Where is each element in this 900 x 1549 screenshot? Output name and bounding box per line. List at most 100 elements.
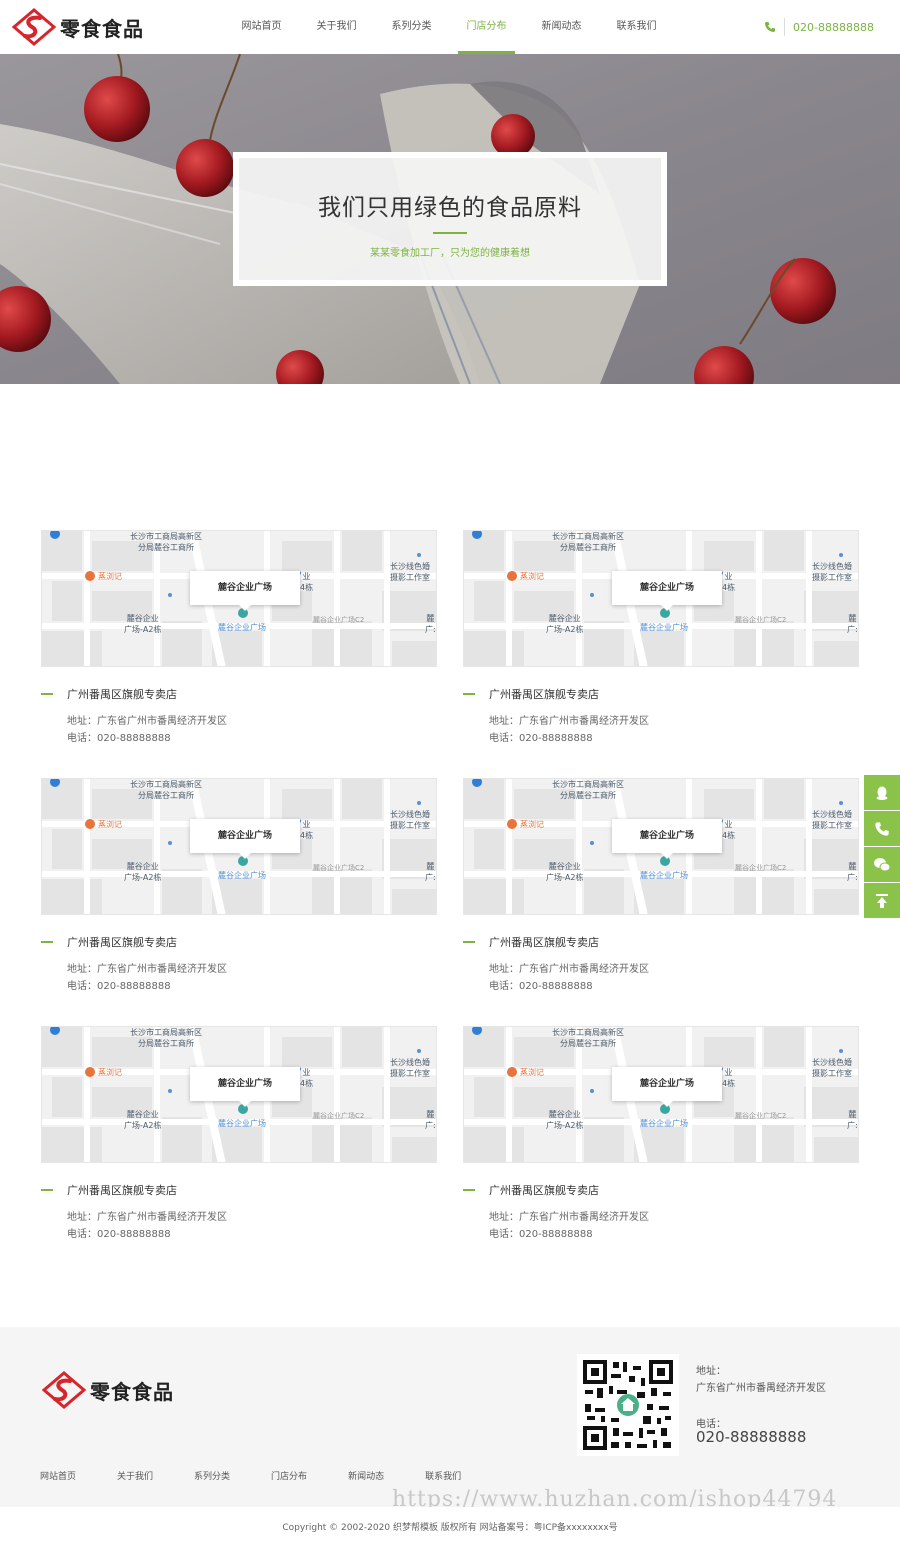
store-name[interactable]: 广州番禺区旗舰专卖店: [489, 936, 599, 949]
store-map[interactable]: 长沙市工商局高新区 分局麓谷工商所 蒸浏记 长沙线色婚 摄影工作室 麓谷企业 广…: [41, 1026, 437, 1163]
map-label-left-bottom: 麓谷企业 广场-A2栋: [546, 1110, 584, 1130]
map-label-right-edge: 麓 广:: [425, 862, 436, 882]
floating-contact-bar: [864, 775, 900, 919]
logo-mark-icon: [12, 8, 56, 46]
store-name[interactable]: 广州番禺区旗舰专卖店: [67, 936, 177, 949]
store-name-row: 广州番禺区旗舰专卖店: [463, 1182, 599, 1198]
qq-button[interactable]: [864, 775, 900, 810]
map-label-blue: 麓谷企业广场: [218, 623, 266, 632]
map-popup-card: 麓谷企业广场: [190, 1067, 300, 1107]
map-label-top: 长沙市工商局高新区 分局麓谷工商所: [130, 780, 202, 800]
map-label-grey: 麓谷企业广场C2: [313, 1112, 365, 1120]
nav-item-categories[interactable]: 系列分类: [374, 0, 449, 54]
store-map[interactable]: 长沙市工商局高新区 分局麓谷工商所 蒸浏记 长沙线色婚 摄影工作室 麓谷企业 广…: [463, 778, 859, 915]
store-phone: 电话：020-88888888: [489, 1229, 593, 1240]
map-label-top: 长沙市工商局高新区 分局麓谷工商所: [552, 532, 624, 552]
phone-icon: [875, 821, 889, 836]
map-popup-card: 麓谷企业广场: [612, 819, 722, 859]
map-label-blue: 麓谷企业广场: [640, 623, 688, 632]
map-label-top: 长沙市工商局高新区 分局麓谷工商所: [552, 1028, 624, 1048]
nav-item-home[interactable]: 网站首页: [224, 0, 299, 54]
map-label-card-side: 业 4栋: [722, 820, 736, 840]
footer-nav-contact[interactable]: 联系我们: [425, 1469, 461, 1482]
map-label-top: 长沙市工商局高新区 分局麓谷工商所: [130, 532, 202, 552]
store-map[interactable]: 长沙市工商局高新区 分局麓谷工商所 蒸浏记 长沙线色婚 摄影工作室 麓谷企业 广…: [463, 530, 859, 667]
nav-item-stores[interactable]: 门店分布: [449, 0, 524, 54]
map-popup-card: 麓谷企业广场: [612, 1067, 722, 1107]
store-name[interactable]: 广州番禺区旗舰专卖店: [67, 1184, 177, 1197]
map-label-card-side: 业 4栋: [300, 820, 314, 840]
store-name-row: 广州番禺区旗舰专卖店: [463, 686, 599, 702]
store-card[interactable]: 长沙市工商局高新区 分局麓谷工商所 蒸浏记 长沙线色婚 摄影工作室 麓谷企业 广…: [41, 1026, 437, 1246]
footer-nav-home[interactable]: 网站首页: [40, 1469, 76, 1482]
map-label-right: 长沙线色婚 摄影工作室: [390, 810, 430, 830]
brand-name: 零食食品: [60, 16, 144, 41]
qq-icon: [876, 786, 888, 800]
brand-logo[interactable]: 零食食品: [12, 8, 144, 46]
footer-nav-about[interactable]: 关于我们: [117, 1469, 153, 1482]
site-header: 零食食品 网站首页 关于我们 系列分类 门店分布 新闻动态 联系我们 020-8…: [0, 0, 900, 54]
map-label-right: 长沙线色婚 摄影工作室: [390, 1058, 430, 1078]
store-address: 地址：广东省广州市番禺经济开发区: [489, 1212, 649, 1223]
nav-item-news[interactable]: 新闻动态: [524, 0, 599, 54]
store-name[interactable]: 广州番禺区旗舰专卖店: [489, 1184, 599, 1197]
store-address: 地址：广东省广州市番禺经济开发区: [489, 716, 649, 727]
map-popup-card: 麓谷企业广场: [612, 571, 722, 611]
store-address: 地址：广东省广州市番禺经济开发区: [67, 1212, 227, 1223]
store-name-bar: [41, 693, 53, 695]
banner-caption-box: 我们只用绿色的食品原料 某某零食加工厂，只为您的健康着想: [233, 152, 667, 286]
store-address: 地址：广东省广州市番禺经济开发区: [489, 964, 649, 975]
store-name-bar: [41, 1189, 53, 1191]
footer-nav-categories[interactable]: 系列分类: [194, 1469, 230, 1482]
store-map[interactable]: 长沙市工商局高新区 分局麓谷工商所 蒸浏记 长沙线色婚 摄影工作室 麓谷企业 广…: [463, 1026, 859, 1163]
map-label-right-edge: 麓 广:: [847, 614, 858, 634]
nav-item-about[interactable]: 关于我们: [299, 0, 374, 54]
footer-logo[interactable]: 零食食品: [42, 1371, 174, 1409]
store-phone: 电话：020-88888888: [67, 733, 171, 744]
map-label-poi: 蒸浏记: [98, 1068, 122, 1077]
store-card[interactable]: 长沙市工商局高新区 分局麓谷工商所 蒸浏记 长沙线色婚 摄影工作室 麓谷企业 广…: [41, 778, 437, 998]
banner-subtitle: 某某零食加工厂，只为您的健康着想: [370, 248, 530, 259]
map-label-poi: 蒸浏记: [520, 820, 544, 829]
store-name[interactable]: 广州番禺区旗舰专卖店: [489, 688, 599, 701]
map-label-grey: 麓谷企业广场C2: [313, 864, 365, 872]
store-map[interactable]: 长沙市工商局高新区 分局麓谷工商所 蒸浏记 长沙线色婚 摄影工作室 麓谷企业 广…: [41, 530, 437, 667]
map-label-card-side: 业 4栋: [722, 572, 736, 592]
store-map[interactable]: 长沙市工商局高新区 分局麓谷工商所 蒸浏记 长沙线色婚 摄影工作室 麓谷企业 广…: [41, 778, 437, 915]
footer-nav-news[interactable]: 新闻动态: [348, 1469, 384, 1482]
store-name-bar: [463, 1189, 475, 1191]
store-name-row: 广州番禺区旗舰专卖店: [41, 934, 177, 950]
wechat-button[interactable]: [864, 847, 900, 882]
phone-button[interactable]: [864, 811, 900, 846]
map-popup-card: 麓谷企业广场: [190, 571, 300, 611]
header-phone-number: 020-88888888: [793, 20, 874, 34]
footer-brand-name: 零食食品: [90, 1379, 174, 1404]
map-label-left-bottom: 麓谷企业 广场-A2栋: [546, 614, 584, 634]
nav-item-contact[interactable]: 联系我们: [599, 0, 674, 54]
back-to-top-icon: [876, 893, 888, 908]
qr-code-icon: [581, 1358, 675, 1452]
map-label-grey: 麓谷企业广场C2: [735, 864, 787, 872]
main-nav: 网站首页 关于我们 系列分类 门店分布 新闻动态 联系我们: [224, 0, 674, 54]
map-label-blue: 麓谷企业广场: [640, 1119, 688, 1128]
store-card[interactable]: 长沙市工商局高新区 分局麓谷工商所 蒸浏记 长沙线色婚 摄影工作室 麓谷企业 广…: [463, 530, 859, 750]
map-label-right-edge: 麓 广:: [847, 1110, 858, 1130]
phone-icon: [765, 22, 776, 32]
store-name[interactable]: 广州番禺区旗舰专卖店: [67, 688, 177, 701]
store-card[interactable]: 长沙市工商局高新区 分局麓谷工商所 蒸浏记 长沙线色婚 摄影工作室 麓谷企业 广…: [41, 530, 437, 750]
back-to-top-button[interactable]: [864, 883, 900, 918]
store-address: 地址：广东省广州市番禺经济开发区: [67, 964, 227, 975]
footer-nav-stores[interactable]: 门店分布: [271, 1469, 307, 1482]
map-label-right: 长沙线色婚 摄影工作室: [812, 810, 852, 830]
store-name-row: 广州番禺区旗舰专卖店: [41, 686, 177, 702]
map-label-poi: 蒸浏记: [98, 572, 122, 581]
site-footer: 零食食品 地址： 广东省广州市番禺经济开发区 电话： 020-88888888 …: [0, 1327, 900, 1549]
store-card[interactable]: 长沙市工商局高新区 分局麓谷工商所 蒸浏记 长沙线色婚 摄影工作室 麓谷企业 广…: [463, 1026, 859, 1246]
map-label-top: 长沙市工商局高新区 分局麓谷工商所: [552, 780, 624, 800]
map-label-left-bottom: 麓谷企业 广场-A2栋: [124, 614, 162, 634]
map-label-right: 长沙线色婚 摄影工作室: [390, 562, 430, 582]
banner-accent-line: [433, 232, 467, 234]
store-card[interactable]: 长沙市工商局高新区 分局麓谷工商所 蒸浏记 长沙线色婚 摄影工作室 麓谷企业 广…: [463, 778, 859, 998]
map-label-card-side: 业 4栋: [300, 1068, 314, 1088]
phone-divider: [784, 18, 786, 36]
